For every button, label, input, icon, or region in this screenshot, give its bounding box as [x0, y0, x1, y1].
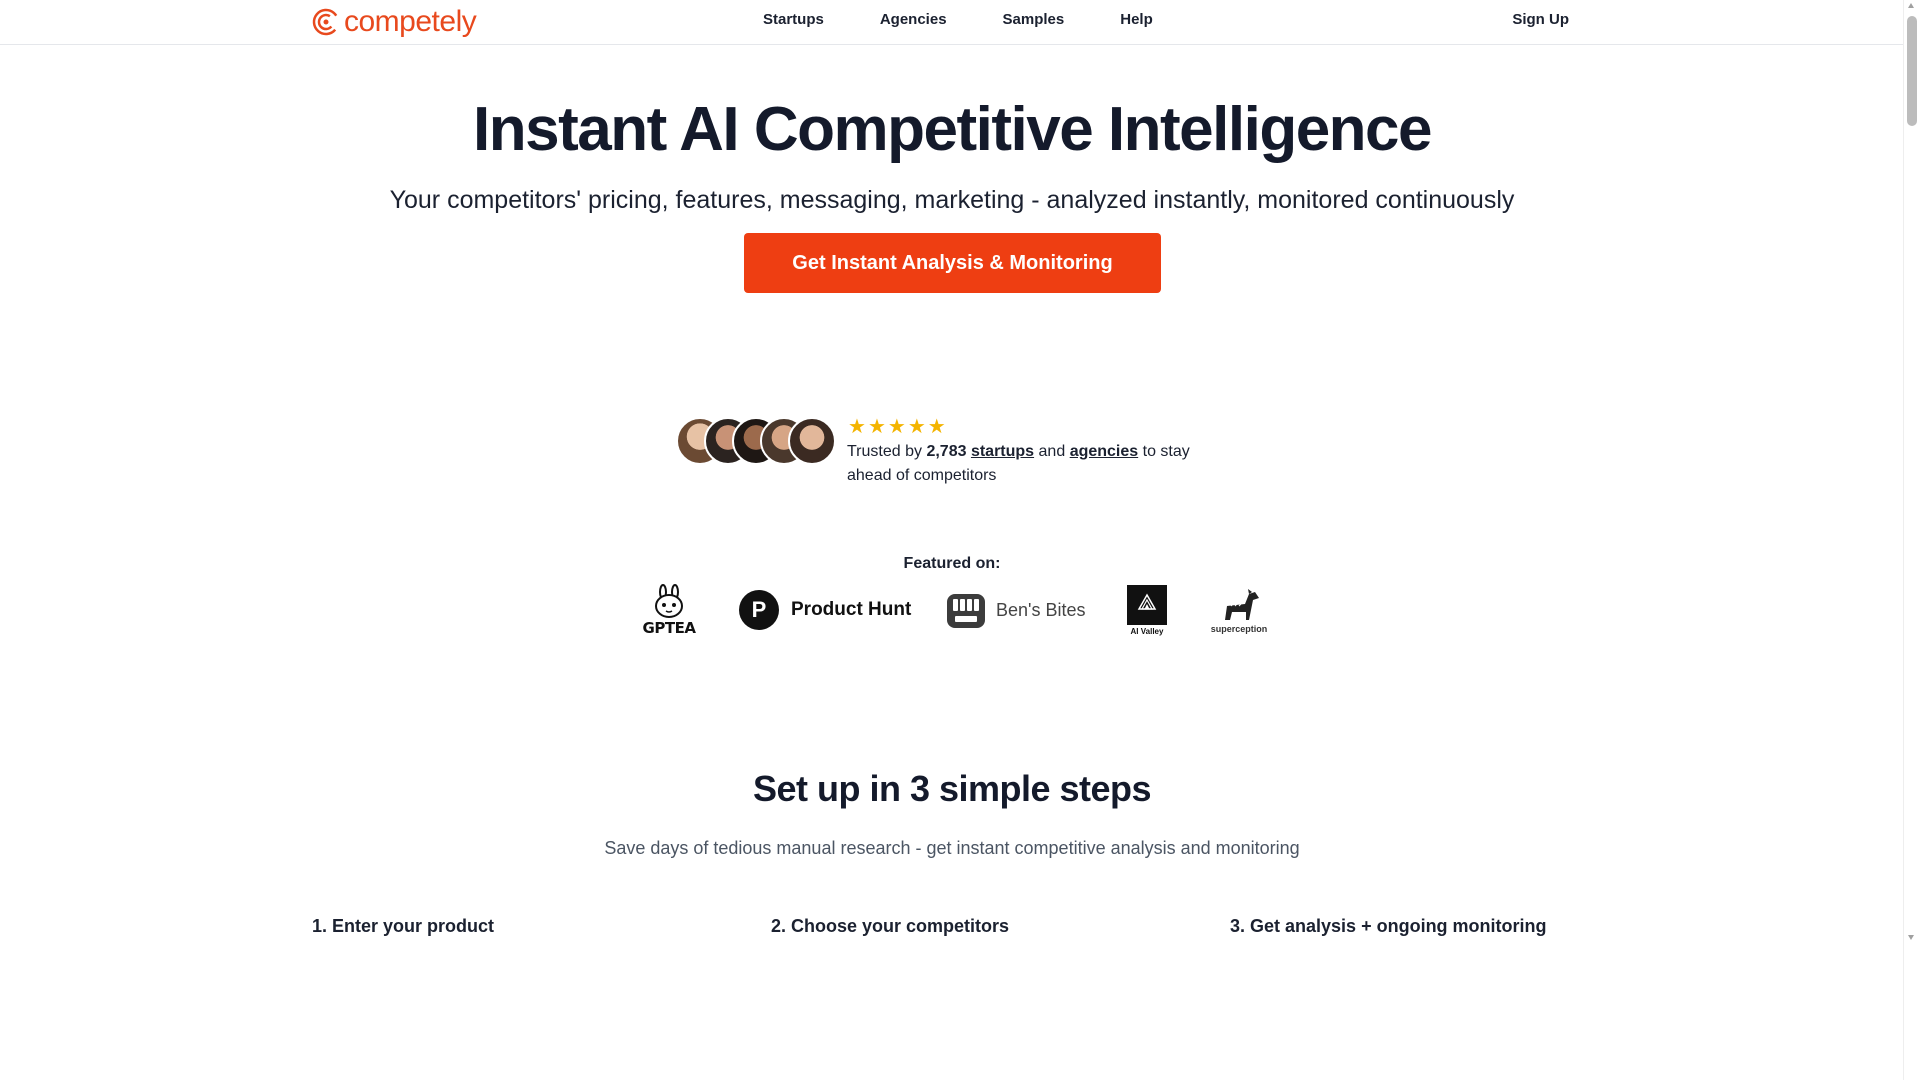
competely-logo-icon: [312, 8, 340, 36]
brand-name: competely: [344, 5, 477, 38]
product-hunt-logo[interactable]: P Product Hunt: [739, 580, 911, 640]
step-3: 3. Get analysis + ongoing monitoring: [1230, 916, 1547, 936]
bens-bites-logo[interactable]: Ben's Bites: [946, 580, 1085, 640]
ai-valley-logo[interactable]: AI Valley: [1126, 580, 1168, 640]
avatar-group: [676, 417, 836, 465]
sign-up-link[interactable]: Sign Up: [1512, 11, 1569, 28]
ai-valley-icon: [1127, 584, 1167, 625]
trusted-text: Trusted by 2,783 startups and agencies t…: [847, 440, 1237, 488]
customer-count: 2,783: [926, 443, 967, 460]
scroll-down-arrow-icon[interactable]: [1908, 935, 1914, 940]
gptea-logo-text: GPTEA: [642, 619, 696, 637]
scroll-up-arrow-icon[interactable]: [1908, 3, 1914, 8]
nav-agencies[interactable]: Agencies: [880, 11, 947, 28]
star-icon: ★: [927, 416, 946, 438]
gptea-mascot-icon: [655, 584, 683, 618]
nav-help[interactable]: Help: [1120, 11, 1153, 28]
site-header: competely Startups Agencies Samples Help…: [0, 0, 1904, 45]
superception-logo-text: superception: [1210, 624, 1268, 634]
rating-stars: ★ ★ ★ ★ ★: [848, 416, 946, 438]
nav-samples[interactable]: Samples: [1003, 11, 1065, 28]
startups-link[interactable]: startups: [971, 443, 1034, 460]
steps-subtitle: Save days of tedious manual research - g…: [604, 838, 1300, 858]
ai-valley-logo-text: AI Valley: [1130, 626, 1164, 636]
superception-horse-icon: [1225, 589, 1259, 620]
page-scrollbar[interactable]: [1903, 0, 1920, 1080]
star-icon: ★: [848, 416, 866, 438]
main-nav: Startups Agencies Samples Help: [763, 11, 1153, 28]
trusted-prefix: Trusted by: [847, 443, 922, 460]
get-analysis-button[interactable]: Get Instant Analysis & Monitoring: [744, 233, 1161, 293]
avatar: [788, 417, 836, 465]
bens-bites-icon: [947, 594, 985, 628]
brand-logo[interactable]: competely: [312, 5, 477, 38]
star-icon: ★: [907, 416, 926, 438]
and-text: and: [1038, 443, 1066, 460]
featured-label: Featured on:: [903, 555, 1001, 572]
gptea-logo[interactable]: GPTEA: [637, 580, 701, 640]
star-icon: ★: [887, 416, 906, 438]
bens-bites-logo-text: Ben's Bites: [996, 599, 1086, 620]
superception-logo[interactable]: superception: [1207, 580, 1271, 640]
featured-logos: GPTEA P Product Hunt Ben's Bites AI Vall…: [0, 580, 1904, 640]
hero-subtitle: Your competitors' pricing, features, mes…: [389, 186, 1515, 214]
product-hunt-logo-text: Product Hunt: [791, 599, 912, 620]
hero-title: Instant AI Competitive Intelligence: [472, 95, 1433, 164]
step-2: 2. Choose your competitors: [771, 916, 1010, 936]
product-hunt-icon: P: [739, 590, 779, 630]
nav-startups[interactable]: Startups: [763, 11, 824, 28]
star-icon: ★: [867, 416, 886, 438]
steps-title: Set up in 3 simple steps: [752, 768, 1152, 809]
agencies-link[interactable]: agencies: [1070, 443, 1138, 460]
scroll-thumb[interactable]: [1907, 16, 1917, 126]
step-1: 1. Enter your product: [312, 916, 495, 936]
